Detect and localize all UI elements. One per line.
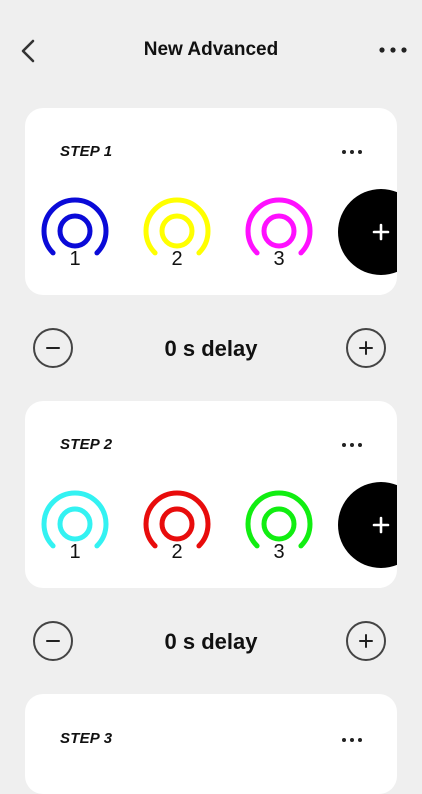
more-horizontal-icon xyxy=(342,738,362,742)
plus-icon xyxy=(359,634,373,648)
light-number: 3 xyxy=(273,248,285,270)
light-item[interactable]: 3 xyxy=(244,196,314,276)
light-item[interactable]: 1 xyxy=(40,489,110,569)
plus-icon xyxy=(359,341,373,355)
step-card-1: STEP 1 1 2 3 xyxy=(25,108,397,295)
step-more-button[interactable] xyxy=(340,732,364,748)
plus-icon xyxy=(372,516,390,534)
inner-ring xyxy=(159,506,195,542)
step-card-2: STEP 2 1 2 3 xyxy=(25,401,397,588)
light-number: 2 xyxy=(171,248,183,270)
step-more-button[interactable] xyxy=(340,437,364,453)
light-number: 2 xyxy=(171,541,183,563)
increase-delay-button[interactable] xyxy=(346,621,386,661)
light-number: 1 xyxy=(69,541,81,563)
step-card-3: STEP 3 xyxy=(25,694,397,794)
more-options-button[interactable] xyxy=(378,40,408,60)
inner-ring xyxy=(261,213,297,249)
delay-row: 0 s delay xyxy=(0,617,422,665)
inner-ring xyxy=(261,506,297,542)
add-light-button[interactable] xyxy=(338,189,397,275)
more-horizontal-icon xyxy=(342,150,362,154)
delay-row: 0 s delay xyxy=(0,324,422,372)
more-horizontal-icon xyxy=(379,47,407,53)
step-label: STEP 2 xyxy=(60,436,113,453)
inner-ring xyxy=(159,213,195,249)
inner-ring xyxy=(57,213,93,249)
navigation-bar: New Advanced xyxy=(0,0,422,100)
light-item[interactable]: 2 xyxy=(142,489,212,569)
light-number: 3 xyxy=(273,541,285,563)
increase-delay-button[interactable] xyxy=(346,328,386,368)
step-label: STEP 3 xyxy=(60,730,113,747)
step-more-button[interactable] xyxy=(340,144,364,160)
plus-icon xyxy=(372,223,390,241)
page-title: New Advanced xyxy=(143,39,279,60)
inner-ring xyxy=(57,506,93,542)
light-item[interactable]: 1 xyxy=(40,196,110,276)
light-number: 1 xyxy=(69,248,81,270)
step-label: STEP 1 xyxy=(60,143,113,160)
light-item[interactable]: 2 xyxy=(142,196,212,276)
add-light-button[interactable] xyxy=(338,482,397,568)
more-horizontal-icon xyxy=(342,443,362,447)
light-item[interactable]: 3 xyxy=(244,489,314,569)
